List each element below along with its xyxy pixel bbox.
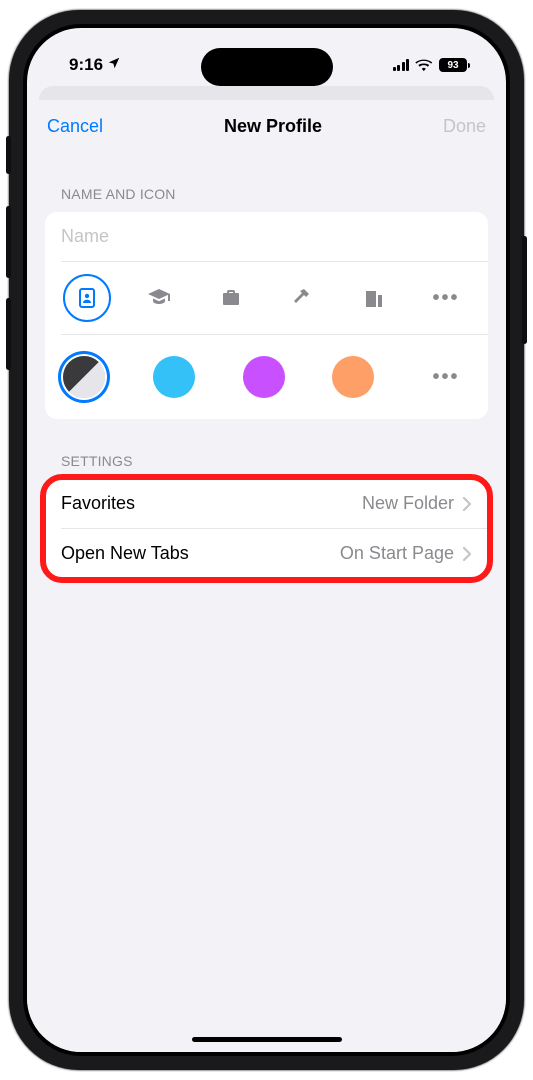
dynamic-island: [201, 48, 333, 86]
page-title: New Profile: [224, 116, 322, 137]
section-header-settings: SETTINGS: [45, 419, 488, 479]
sheet-backdrop: [27, 86, 506, 100]
chevron-right-icon: [462, 496, 472, 512]
chevron-right-icon: [462, 546, 472, 562]
cancel-button[interactable]: Cancel: [47, 116, 103, 137]
open-new-tabs-label: Open New Tabs: [61, 543, 189, 564]
favorites-label: Favorites: [61, 493, 135, 514]
battery-indicator: 93: [439, 58, 470, 72]
modal-sheet: Cancel New Profile Done NAME AND ICON: [27, 100, 506, 1052]
location-arrow-icon: [107, 55, 121, 75]
icon-picker-row: •••: [45, 262, 488, 334]
open-new-tabs-row[interactable]: Open New Tabs On Start Page: [45, 529, 488, 578]
volume-up-button: [6, 206, 11, 278]
color-orange[interactable]: [332, 356, 374, 398]
profile-icon-hammer[interactable]: [278, 274, 326, 322]
profile-icon-graduation[interactable]: [135, 274, 183, 322]
color-default[interactable]: [63, 356, 105, 398]
color-picker-row: •••: [45, 335, 488, 419]
favorites-row[interactable]: Favorites New Folder: [45, 479, 488, 528]
name-icon-card: ••• •••: [45, 212, 488, 419]
wifi-icon: [415, 58, 433, 72]
cellular-signal-icon: [393, 59, 410, 71]
status-time: 9:16: [69, 55, 103, 75]
more-icons-button[interactable]: •••: [422, 274, 470, 322]
section-header-name-icon: NAME AND ICON: [45, 152, 488, 212]
favorites-value: New Folder: [362, 493, 454, 514]
color-purple[interactable]: [243, 356, 285, 398]
more-colors-button[interactable]: •••: [422, 353, 470, 401]
profile-icon-id-badge[interactable]: [63, 274, 111, 322]
navigation-bar: Cancel New Profile Done: [27, 100, 506, 152]
volume-down-button: [6, 298, 11, 370]
phone-frame: 9:16 93: [9, 10, 524, 1070]
power-button: [522, 236, 527, 344]
home-indicator[interactable]: [192, 1037, 342, 1042]
color-blue[interactable]: [153, 356, 195, 398]
profile-icon-briefcase[interactable]: [207, 274, 255, 322]
settings-card: Favorites New Folder Open Ne: [45, 479, 488, 578]
done-button[interactable]: Done: [443, 116, 486, 137]
silent-switch: [6, 136, 11, 174]
profile-icon-building[interactable]: [350, 274, 398, 322]
profile-name-input[interactable]: [45, 212, 488, 261]
open-new-tabs-value: On Start Page: [340, 543, 454, 564]
